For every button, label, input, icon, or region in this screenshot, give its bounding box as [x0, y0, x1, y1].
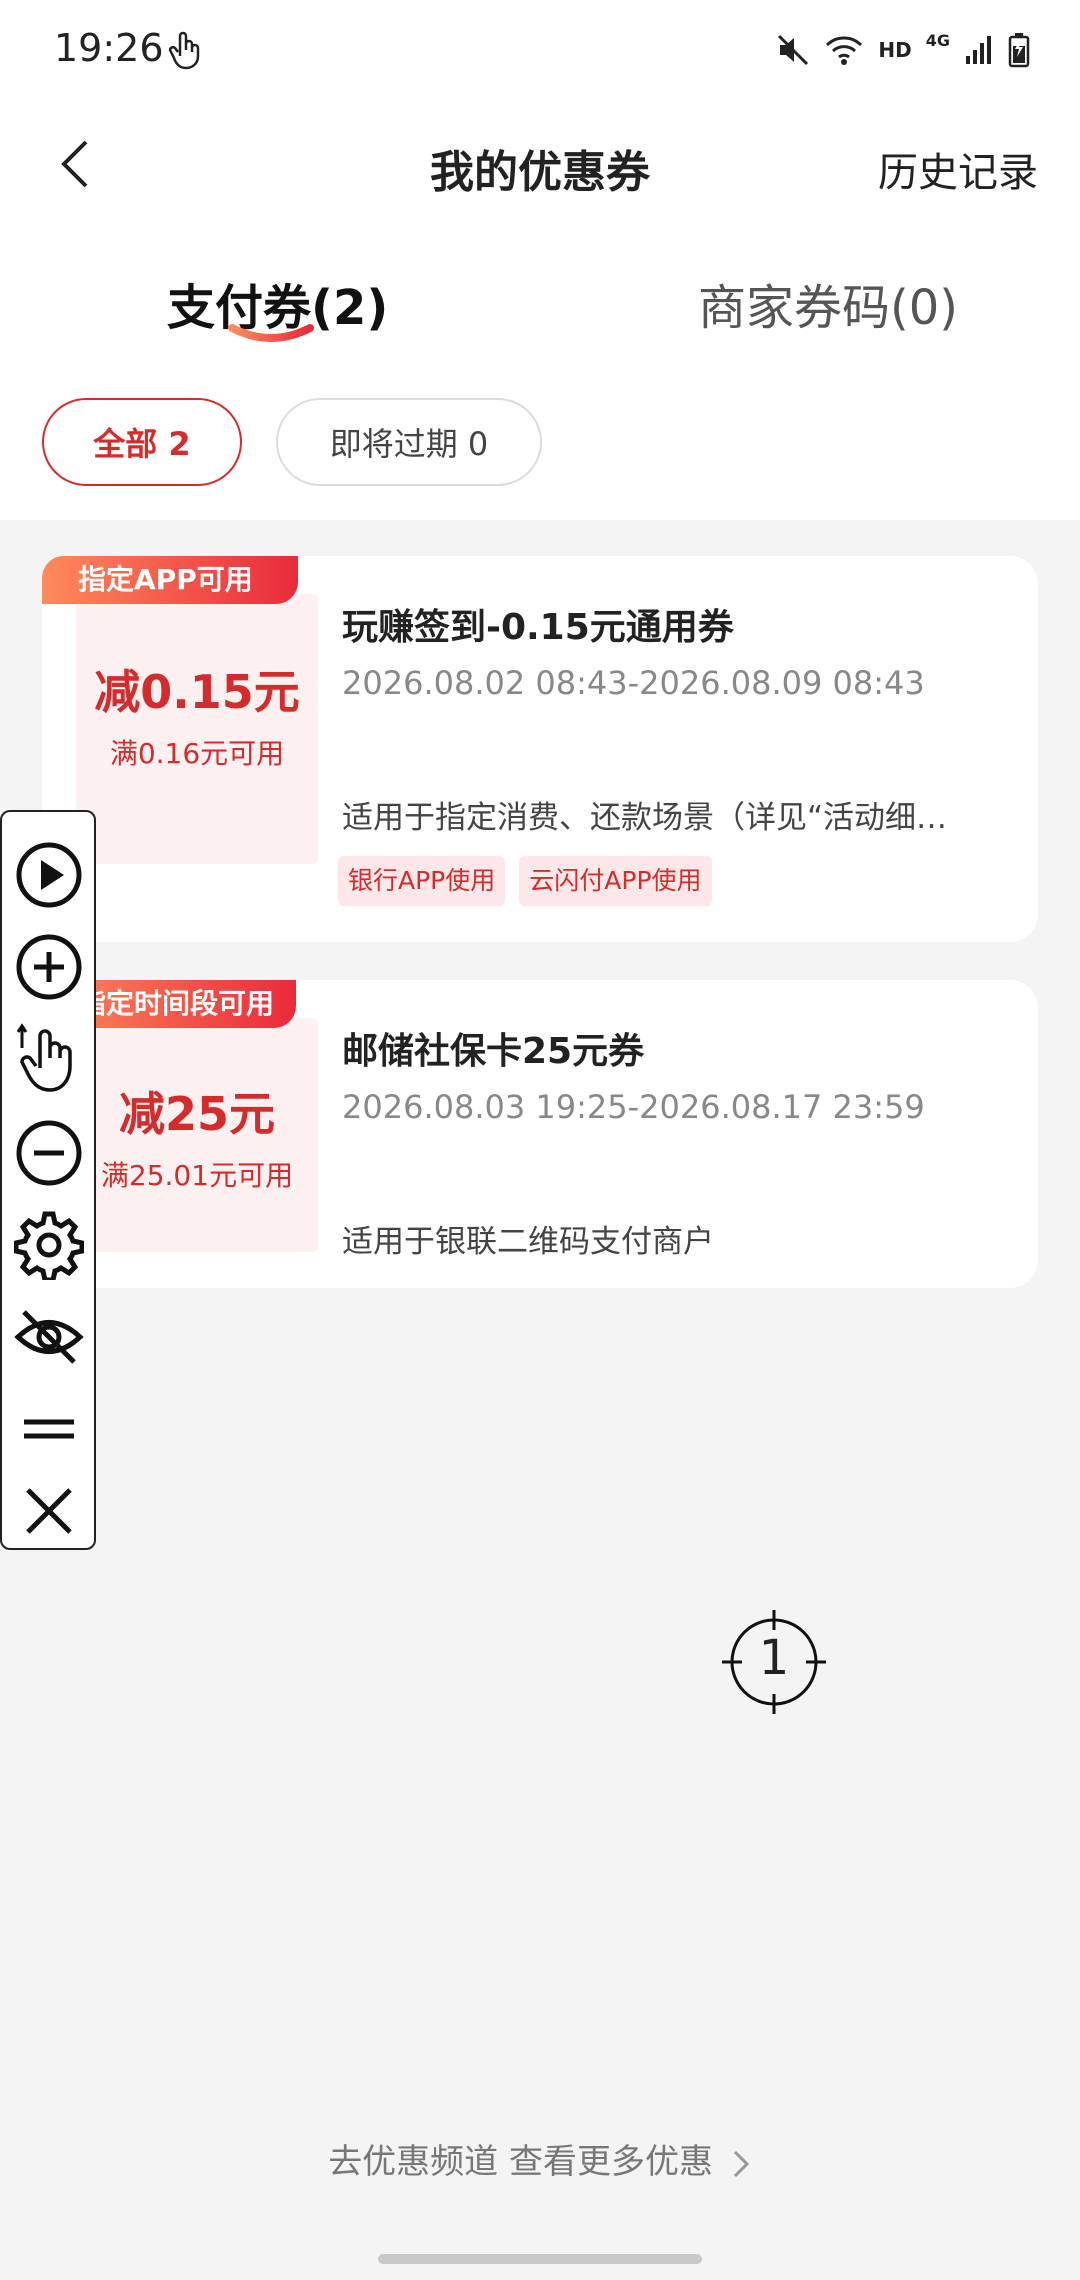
filter-all[interactable]: 全部 2: [42, 398, 242, 486]
target-number: 1: [758, 1630, 790, 1686]
coupon-card[interactable]: 减25元 满25.01元可用 指定时间段可用 邮储社保卡25元券 2026.08…: [42, 980, 1038, 1288]
touch-icon: [168, 31, 200, 70]
home-indicator[interactable]: [378, 2254, 702, 2264]
play-icon[interactable]: [14, 840, 84, 910]
more-offers-link[interactable]: 去优惠频道 查看更多优惠: [0, 2134, 1080, 2183]
coupon-description: 适用于指定消费、还款场景（详见“活动细…: [342, 800, 948, 836]
coupon-condition: 满25.01元可用: [100, 1159, 294, 1192]
more-offers-label: 去优惠频道 查看更多优惠: [328, 2142, 713, 2182]
zoom-in-icon[interactable]: [14, 932, 84, 1002]
coupon-ribbon: 指定APP可用: [42, 556, 298, 604]
wifi-icon: [826, 36, 863, 65]
coupon-validity: 2026.08.02 08:43-2026.08.09 08:43: [342, 664, 925, 702]
coupon-title: 玩赚签到-0.15元通用券: [342, 607, 734, 648]
eye-off-icon[interactable]: [14, 1302, 84, 1372]
coupon-amount: 减0.15元: [94, 665, 300, 719]
network-type: 4G: [925, 30, 950, 50]
tab-active-indicator: [228, 324, 314, 342]
coupon-condition: 满0.16元可用: [109, 737, 285, 770]
coupon-description: 适用于银联二维码支付商户: [342, 1224, 714, 1260]
settings-icon[interactable]: [14, 1210, 84, 1280]
coupon-tag: 银行APP使用: [338, 856, 506, 906]
history-link[interactable]: 历史记录: [878, 140, 1038, 198]
status-bar: 19:26 HD 4G: [0, 0, 1080, 100]
coupon-title: 邮储社保卡25元券: [342, 1031, 645, 1072]
coupon-tags: 银行APP使用 云闪付APP使用: [338, 856, 712, 906]
tab-merchant-codes[interactable]: 商家券码(0): [698, 268, 958, 338]
battery-icon: [1008, 33, 1030, 68]
status-time: 19:26: [54, 26, 164, 70]
filter-expiring-soon[interactable]: 即将过期 0: [276, 398, 542, 486]
zoom-out-icon[interactable]: [14, 1118, 84, 1188]
coupon-amount-box: 减25元 满25.01元可用: [76, 1018, 318, 1252]
close-icon[interactable]: [14, 1476, 84, 1546]
signal-icon: [966, 36, 991, 64]
floating-toolbar: [0, 810, 96, 1550]
coupon-amount-box: 减0.15元 满0.16元可用: [76, 594, 318, 864]
mute-icon: [778, 34, 809, 66]
coupon-tag: 云闪付APP使用: [519, 856, 712, 906]
nav-header: 我的优惠券 历史记录: [0, 110, 1080, 220]
hd-indicator: HD: [878, 38, 912, 62]
coupon-amount: 减25元: [118, 1087, 275, 1141]
coupon-card[interactable]: 减0.15元 满0.16元可用 指定APP可用 玩赚签到-0.15元通用券 20…: [42, 556, 1038, 942]
coupon-validity: 2026.08.03 19:25-2026.08.17 23:59: [342, 1088, 925, 1126]
drag-handle-icon[interactable]: [14, 1394, 84, 1464]
chevron-right-icon: [733, 2150, 749, 2177]
touch-gesture-icon[interactable]: [14, 1014, 84, 1098]
